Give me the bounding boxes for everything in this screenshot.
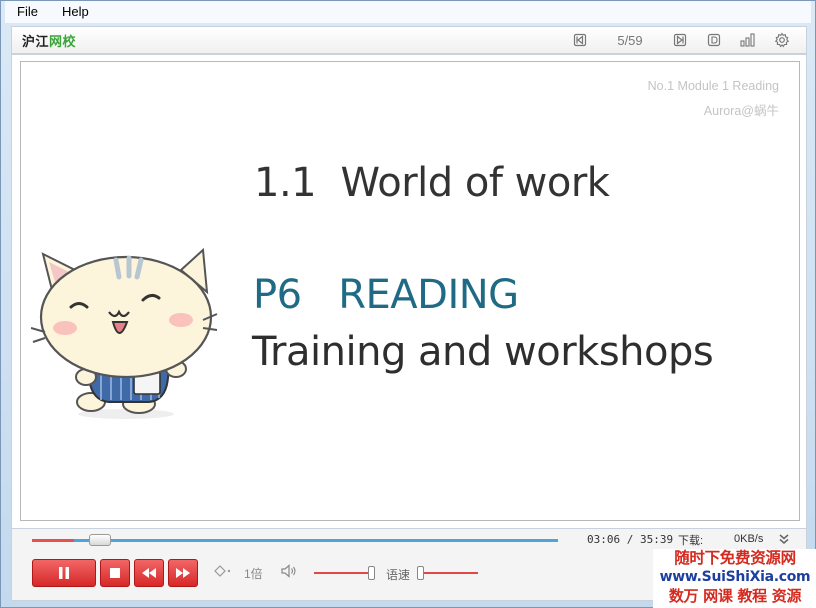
rate-slider-handle[interactable] [417, 566, 424, 580]
rate-label: 语速 [386, 568, 411, 582]
logo-text-black: 沪江 [22, 34, 50, 50]
fast-forward-icon [176, 568, 190, 578]
document-icon[interactable] [704, 30, 724, 50]
watermark-overlay: 随时下免费资源网 www.SuiShiXia.com 数万 网课 教程 资源 [653, 549, 816, 608]
next-page-icon[interactable] [670, 30, 690, 50]
slide-title: 1.1 World of work [254, 160, 610, 206]
watermark-line-3: 数万 网课 教程 资源 [668, 587, 802, 605]
slide-subtitle: P6 READING [253, 272, 519, 318]
volume-slider-track[interactable] [314, 572, 372, 574]
menu-bar: File Help [5, 1, 811, 23]
app-window: File Help 沪江网校 5/59 No.1 Module 1 Readin… [0, 0, 816, 608]
download-speed: 0KB/s [734, 533, 764, 545]
chevron-down-icon[interactable] [777, 532, 791, 546]
slide-meta-author: Aurora@蜗牛 [703, 104, 779, 118]
watermark-line-2: www.SuiShiXia.com [659, 569, 811, 585]
page-counter: 5/59 [617, 32, 643, 48]
menu-file[interactable]: File [5, 1, 50, 23]
toolbar: 沪江网校 5/59 [11, 26, 807, 54]
progress-handle[interactable] [89, 534, 112, 546]
toolbar-actions: 5/59 [570, 27, 792, 53]
rewind-icon [142, 568, 156, 578]
rate-slider-track[interactable] [420, 572, 478, 574]
stop-button[interactable] [100, 559, 130, 587]
hujiang-logo: 沪江网校 [22, 31, 76, 50]
download-label: 下载: [678, 535, 704, 547]
slide-subtitle-2: Training and workshops [252, 329, 714, 375]
progress-fill [32, 539, 75, 542]
speed-diamond-icon[interactable] [214, 564, 232, 582]
cat-mascot-illustration [31, 247, 218, 419]
slide-viewport: No.1 Module 1 Reading Aurora@蜗牛 1.1 Worl… [11, 54, 807, 529]
watermark-line-1: 随时下免费资源网 [674, 549, 796, 567]
logo-text-green: 网校 [49, 34, 77, 50]
slide-meta-module: No.1 Module 1 Reading [647, 79, 779, 93]
speed-multiplier[interactable]: 1倍 [244, 565, 263, 582]
volume-icon[interactable] [281, 563, 297, 583]
prev-page-icon[interactable] [570, 30, 590, 50]
stats-icon[interactable] [738, 30, 758, 50]
slide-meta: No.1 Module 1 Reading Aurora@蜗牛 [648, 74, 779, 124]
fast-forward-button[interactable] [168, 559, 198, 587]
volume-slider-handle[interactable] [367, 566, 375, 580]
rewind-button[interactable] [134, 559, 164, 587]
pause-button[interactable] [32, 559, 96, 587]
time-display: 03:06 / 35:39 [587, 533, 674, 546]
menu-help[interactable]: Help [50, 1, 101, 23]
stop-icon [110, 568, 120, 578]
pause-icon [59, 567, 69, 579]
playback-buttons: 1倍 [32, 559, 297, 587]
progress-bar[interactable] [32, 534, 558, 546]
settings-icon[interactable] [772, 30, 792, 50]
slide-page: No.1 Module 1 Reading Aurora@蜗牛 1.1 Worl… [20, 61, 800, 521]
